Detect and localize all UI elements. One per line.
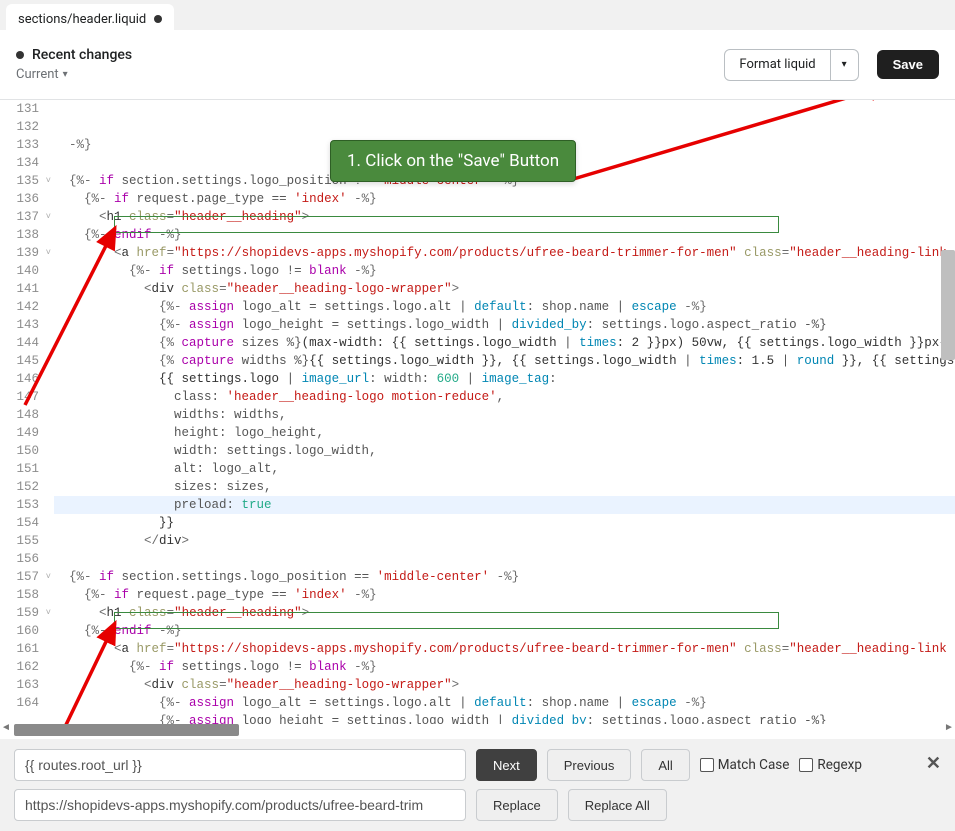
vertical-scrollbar-thumb[interactable] [941,250,955,360]
scroll-right-icon[interactable]: ► [943,722,955,733]
code-area[interactable]: -%} {%- if section.settings.logo_positio… [54,100,955,724]
replace-all-button[interactable]: Replace All [568,789,667,821]
checkbox-icon [700,758,714,772]
previous-button[interactable]: Previous [547,749,632,781]
version-dropdown[interactable]: Current ▾ [16,67,132,82]
scroll-left-icon[interactable]: ◄ [0,722,12,733]
save-button[interactable]: Save [877,50,939,79]
next-button[interactable]: Next [476,749,537,781]
format-liquid-label: Format liquid [725,50,829,80]
horizontal-scrollbar[interactable]: ◄ ► [0,724,955,739]
recent-changes-row: Recent changes [16,47,132,63]
header-left: Recent changes Current ▾ [16,47,132,82]
annotation-callout: 1. Click on the "Save" Button [330,140,576,182]
recent-changes-label: Recent changes [32,47,132,63]
horizontal-scrollbar-thumb[interactable] [14,724,239,736]
change-dot-icon [16,51,24,59]
tab-filename: sections/header.liquid [18,12,146,27]
search-input[interactable] [14,749,466,781]
replace-input[interactable] [14,789,466,821]
checkbox-icon [799,758,813,772]
line-gutter: 1311321331341351361371381391401411421431… [0,100,54,724]
regexp-checkbox[interactable]: Regexp [799,757,862,773]
close-icon[interactable]: ✕ [926,753,941,774]
match-case-checkbox[interactable]: Match Case [700,757,790,773]
version-label: Current [16,67,59,82]
header-strip: Recent changes Current ▾ Format liquid ▾… [0,30,955,100]
tab-bar: sections/header.liquid [0,0,955,30]
regexp-label: Regexp [817,757,862,773]
replace-row: Replace Replace All [14,789,941,821]
header-right: Format liquid ▾ Save [724,49,939,81]
file-tab[interactable]: sections/header.liquid [6,4,174,30]
match-case-label: Match Case [718,757,790,773]
all-button[interactable]: All [641,749,689,781]
replace-button[interactable]: Replace [476,789,558,821]
chevron-down-icon: ▾ [63,69,68,80]
find-row: Next Previous All Match Case Regexp [14,749,941,781]
code-editor[interactable]: 1311321331341351361371381391401411421431… [0,100,955,724]
unsaved-dot-icon [154,15,162,23]
format-liquid-button[interactable]: Format liquid ▾ [724,49,858,81]
chevron-down-icon[interactable]: ▾ [830,50,858,80]
find-replace-bar: ✕ Next Previous All Match Case Regexp Re… [0,739,955,831]
